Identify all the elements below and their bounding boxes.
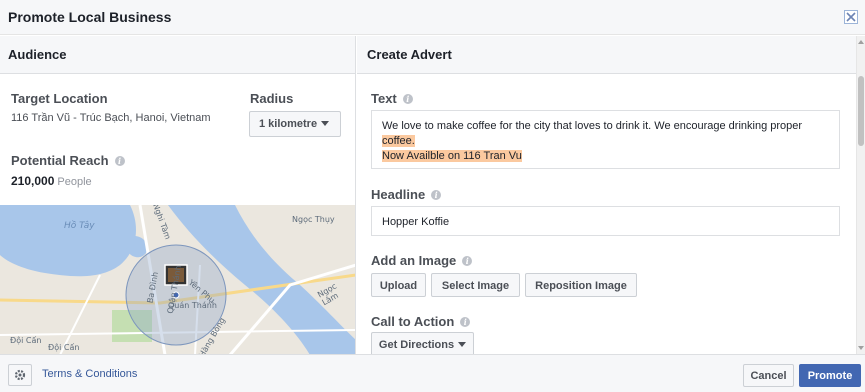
info-icon[interactable]: i bbox=[431, 190, 442, 200]
map-label: Hồ Tây bbox=[64, 221, 95, 231]
dialog-title: Promote Local Business bbox=[8, 9, 172, 25]
ad-text-field[interactable]: We love to make coffee for the city that… bbox=[371, 110, 840, 169]
audience-heading: Audience bbox=[0, 36, 355, 74]
upload-button[interactable]: Upload bbox=[371, 273, 426, 297]
gear-icon bbox=[14, 369, 26, 381]
radius-dropdown[interactable]: 1 kilometre bbox=[249, 111, 341, 137]
scroll-up-arrow-icon[interactable] bbox=[858, 40, 864, 44]
target-location-value: 116 Trần Vũ - Trúc Bạch, Hanoi, Vietnam bbox=[11, 112, 211, 124]
text-label: Text bbox=[371, 91, 397, 106]
terms-conditions-link[interactable]: Terms & Conditions bbox=[42, 368, 137, 380]
cta-label-row: Call to Action i bbox=[371, 314, 471, 329]
chevron-down-icon bbox=[321, 121, 330, 126]
image-label-row: Add an Image i bbox=[371, 253, 473, 268]
scroll-thumb[interactable] bbox=[858, 76, 864, 146]
location-map[interactable]: Hồ Tây Nghi Tàm Yên Phụ Quán Thánh Đội C… bbox=[0, 205, 355, 354]
potential-reach-label: Potential Reach bbox=[11, 153, 109, 168]
map-label: Đội Cấn bbox=[10, 336, 42, 345]
potential-reach-unit: People bbox=[57, 176, 92, 188]
text-label-row: Text i bbox=[371, 91, 413, 106]
target-location-label: Target Location bbox=[11, 91, 108, 106]
ad-text-line: coffee. bbox=[382, 135, 415, 147]
potential-reach-label-row: Potential Reach i bbox=[11, 153, 125, 168]
call-to-action-dropdown[interactable]: Get Directions bbox=[371, 332, 474, 354]
select-image-button[interactable]: Select Image bbox=[431, 273, 520, 297]
close-icon bbox=[846, 12, 856, 22]
radius-label: Radius bbox=[250, 91, 294, 106]
chevron-down-icon bbox=[458, 342, 467, 347]
cancel-button[interactable]: Cancel bbox=[743, 364, 794, 387]
info-icon[interactable]: i bbox=[462, 256, 473, 266]
potential-reach: 210,000 People bbox=[11, 174, 92, 188]
call-to-action-label: Call to Action bbox=[371, 314, 455, 329]
create-advert-panel: Create Advert Text i We love to make coff… bbox=[357, 36, 865, 354]
add-image-label: Add an Image bbox=[371, 253, 457, 268]
headline-label-row: Headline i bbox=[371, 187, 442, 202]
create-advert-heading: Create Advert bbox=[357, 36, 865, 74]
dialog-title-bar: Promote Local Business bbox=[0, 0, 865, 35]
promote-button[interactable]: Promote bbox=[799, 364, 861, 387]
info-icon[interactable]: i bbox=[460, 317, 471, 327]
call-to-action-value: Get Directions bbox=[378, 339, 455, 351]
map-label: Ngọc Thụy bbox=[292, 215, 335, 224]
west-lake-shape bbox=[0, 205, 136, 277]
scroll-down-arrow-icon[interactable] bbox=[858, 346, 864, 350]
reposition-image-button[interactable]: Reposition Image bbox=[525, 273, 637, 297]
advert-scrollbar[interactable] bbox=[856, 36, 865, 354]
ad-text-line: We love to make coffee for the city that… bbox=[382, 120, 803, 132]
audience-panel: Audience Target Location 116 Trần Vũ - T… bbox=[0, 36, 356, 354]
headline-label: Headline bbox=[371, 187, 426, 202]
potential-reach-value: 210,000 bbox=[11, 174, 55, 188]
close-button[interactable] bbox=[844, 10, 858, 24]
dialog-footer: Terms & Conditions Cancel Promote bbox=[0, 354, 865, 392]
settings-button[interactable] bbox=[8, 364, 32, 386]
info-icon[interactable]: i bbox=[114, 156, 125, 166]
info-icon[interactable]: i bbox=[402, 94, 413, 104]
promote-dialog: Promote Local Business Audience Target L… bbox=[0, 0, 865, 392]
radius-value: 1 kilometre bbox=[259, 118, 318, 130]
map-label: Đội Cấn bbox=[48, 343, 80, 352]
headline-field[interactable]: Hopper Koffie bbox=[371, 206, 840, 236]
ad-text-line: Now Availble on 116 Tran Vu bbox=[382, 150, 522, 162]
